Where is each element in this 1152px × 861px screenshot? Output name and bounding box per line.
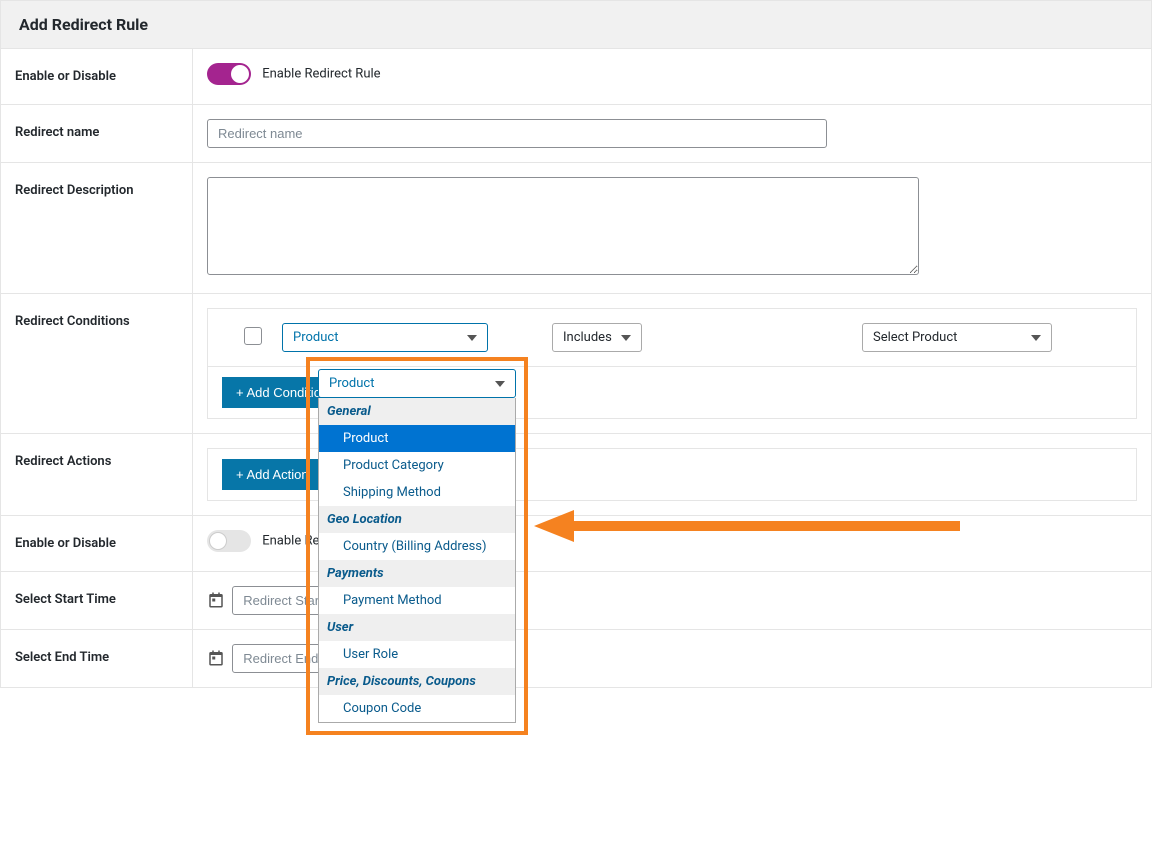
calendar-icon bbox=[207, 649, 225, 671]
chevron-down-icon bbox=[1031, 335, 1041, 341]
dropdown-option[interactable]: User Role bbox=[319, 641, 515, 668]
row-label-conditions: Redirect Conditions bbox=[1, 294, 193, 434]
enable-rule-toggle[interactable] bbox=[207, 63, 251, 85]
enable-time-range-toggle[interactable] bbox=[207, 530, 251, 552]
dropdown-option[interactable]: Coupon Code bbox=[319, 695, 515, 722]
dropdown-option[interactable]: Shipping Method bbox=[319, 479, 515, 506]
chevron-down-icon bbox=[495, 381, 505, 387]
dropdown-option[interactable]: Product bbox=[319, 425, 515, 452]
condition-row-checkbox[interactable] bbox=[244, 327, 262, 345]
dropdown-group-header: Payments bbox=[319, 560, 515, 587]
dropdown-group-header: Geo Location bbox=[319, 506, 515, 533]
condition-type-dropdown: Product GeneralProductProduct CategorySh… bbox=[306, 357, 528, 735]
redirect-name-input[interactable] bbox=[207, 119, 827, 148]
dropdown-option[interactable]: Product Category bbox=[319, 452, 515, 479]
condition-match-select[interactable]: Includes bbox=[552, 323, 642, 352]
condition-value-select[interactable]: Select Product bbox=[862, 323, 1052, 352]
condition-type-select-open[interactable]: Product bbox=[318, 369, 516, 398]
annotation-arrow bbox=[534, 512, 964, 540]
dropdown-option[interactable]: Payment Method bbox=[319, 587, 515, 614]
dropdown-group-header: General bbox=[319, 398, 515, 425]
dropdown-group-header: User bbox=[319, 614, 515, 641]
page-title: Add Redirect Rule bbox=[19, 15, 1133, 34]
form-header: Add Redirect Rule bbox=[0, 0, 1152, 48]
chevron-down-icon bbox=[467, 335, 477, 341]
settings-table: Enable or Disable Enable Redirect Rule R… bbox=[0, 48, 1152, 688]
row-label-description: Redirect Description bbox=[1, 163, 193, 294]
dropdown-group-header: Price, Discounts, Coupons bbox=[319, 668, 515, 695]
dropdown-option[interactable]: Country (Billing Address) bbox=[319, 533, 515, 560]
row-label-actions: Redirect Actions bbox=[1, 434, 193, 516]
chevron-down-icon bbox=[621, 335, 631, 341]
row-label-end: Select End Time bbox=[1, 630, 193, 688]
calendar-icon bbox=[207, 591, 225, 613]
condition-type-select[interactable]: Product bbox=[282, 323, 488, 352]
row-label-enable: Enable or Disable bbox=[1, 49, 193, 105]
condition-type-option-list: GeneralProductProduct CategoryShipping M… bbox=[318, 398, 516, 723]
enable-rule-toggle-label: Enable Redirect Rule bbox=[262, 67, 380, 82]
row-label-start: Select Start Time bbox=[1, 572, 193, 630]
redirect-description-textarea[interactable] bbox=[207, 177, 919, 275]
row-label-name: Redirect name bbox=[1, 105, 193, 163]
row-label-enable-time: Enable or Disable bbox=[1, 516, 193, 572]
